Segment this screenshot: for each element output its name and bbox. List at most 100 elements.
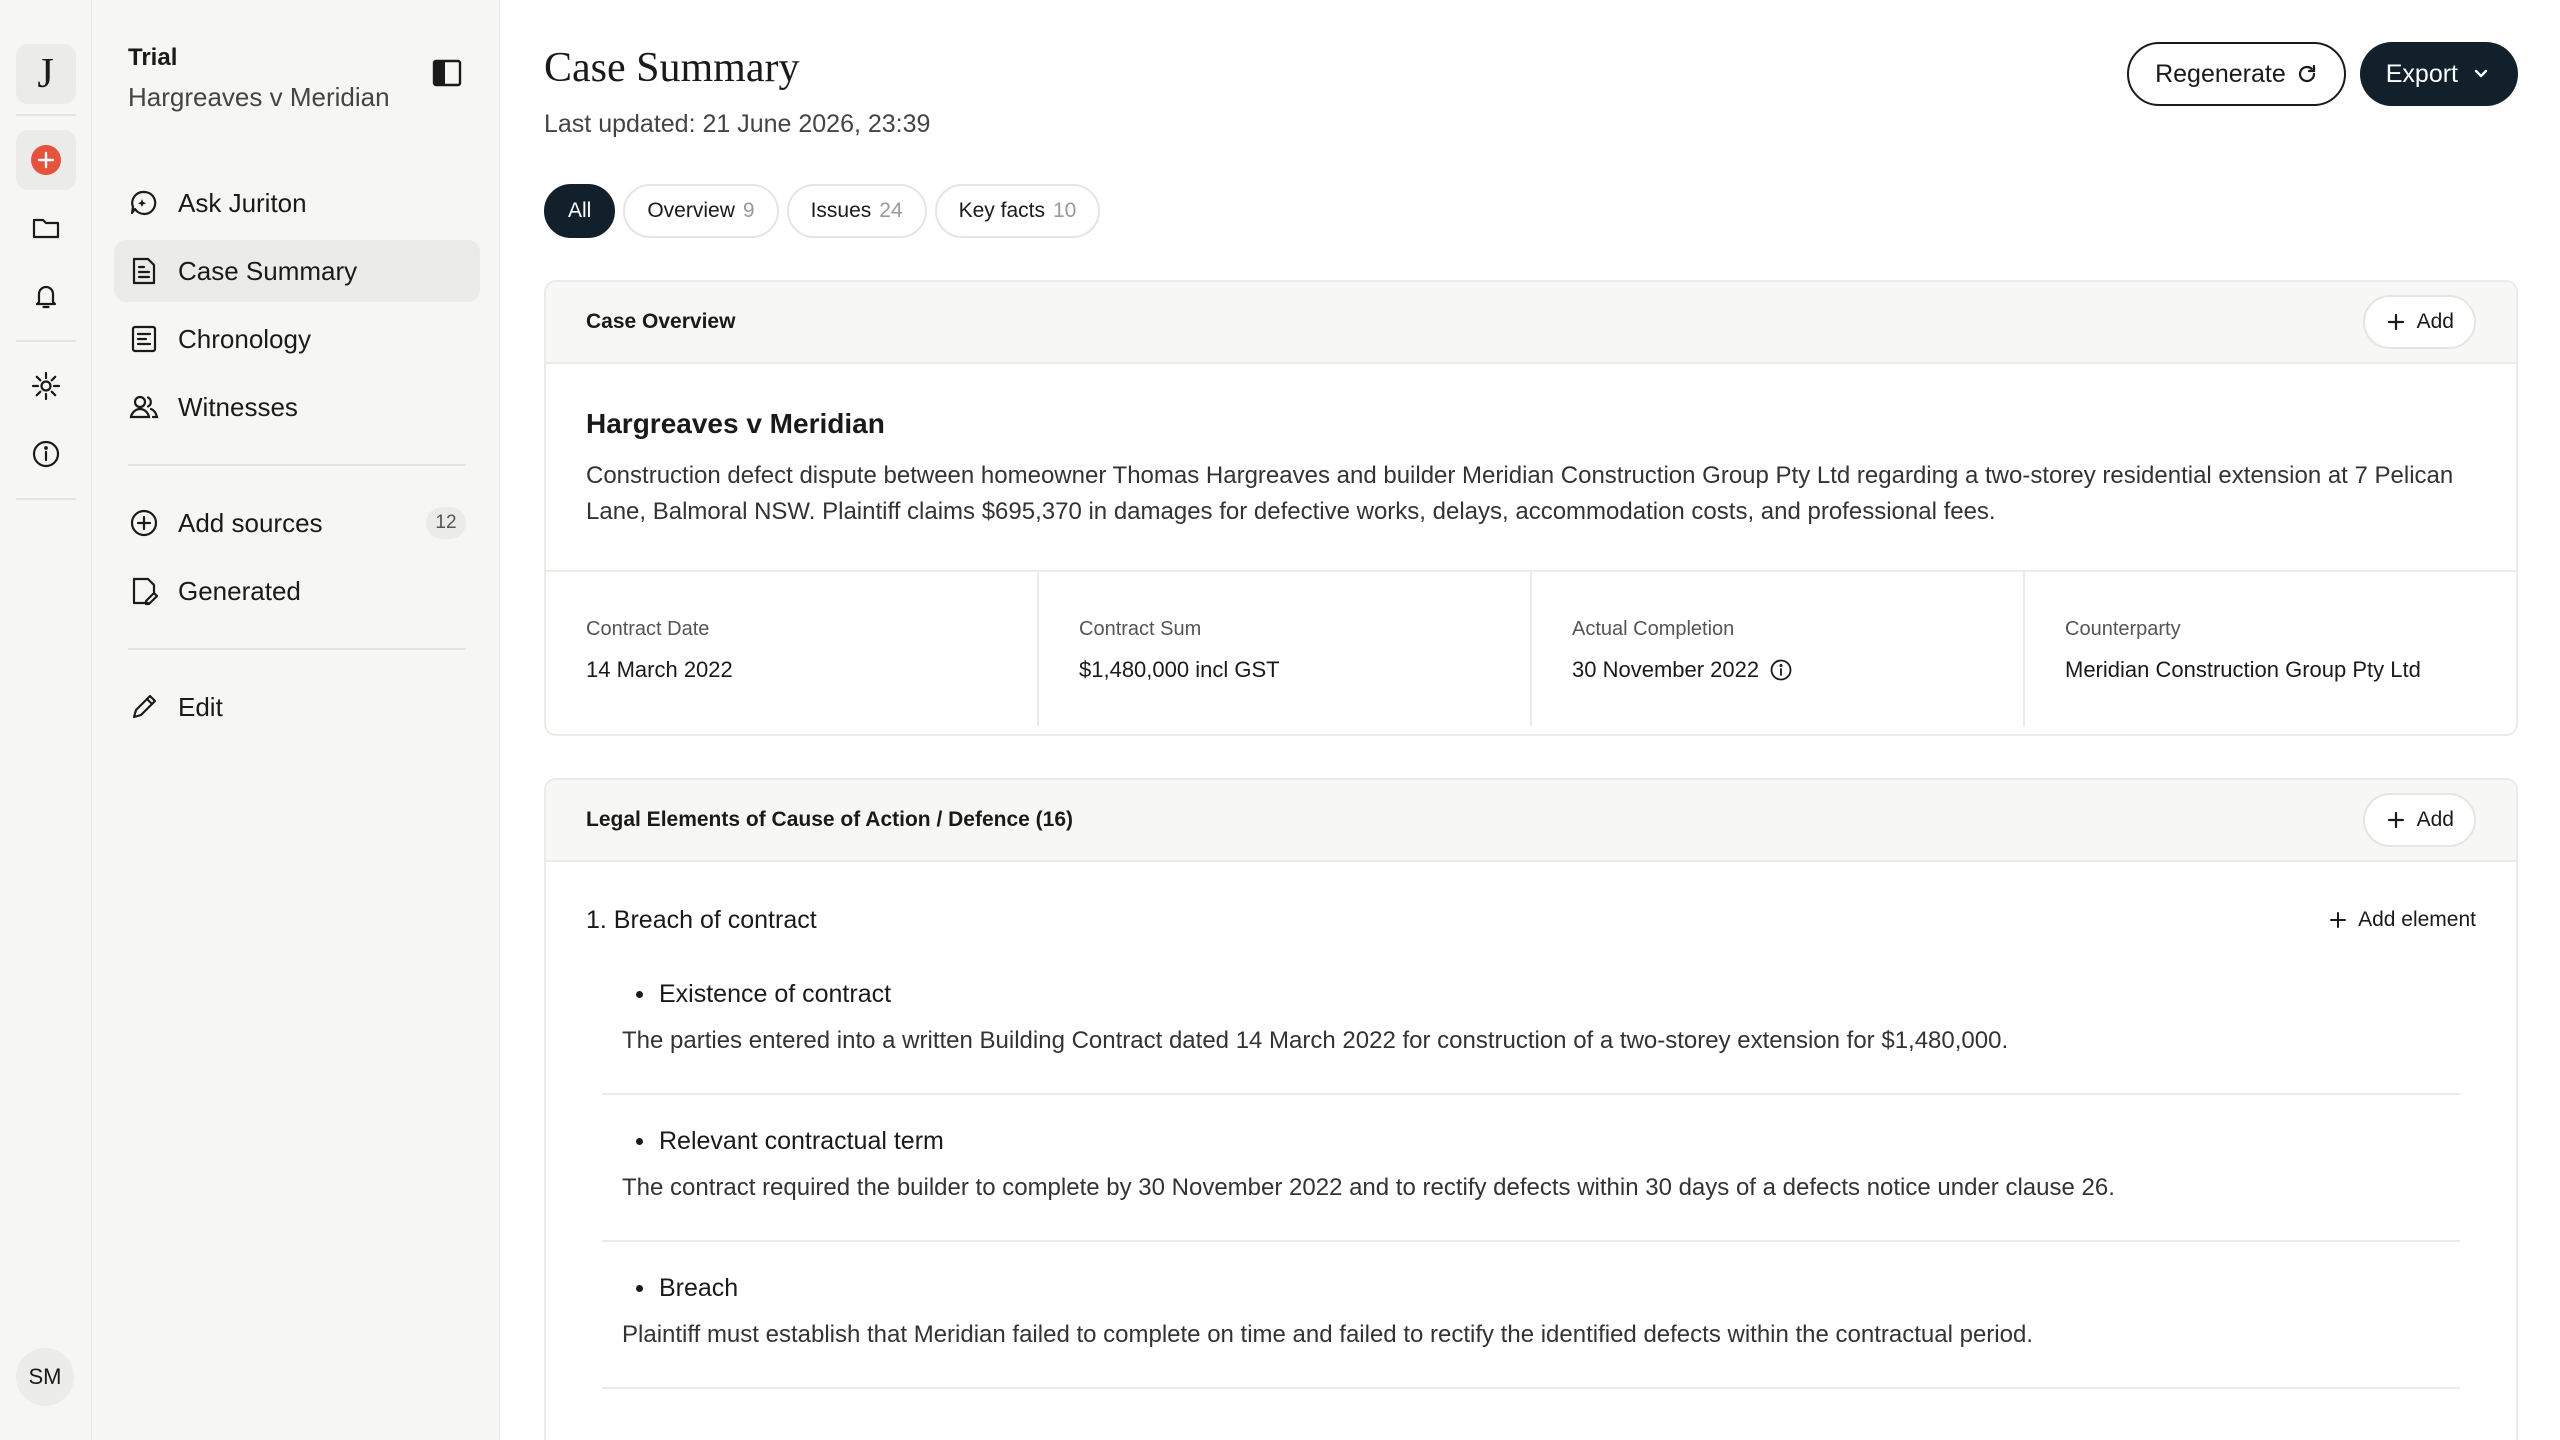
legal-element-item[interactable]: Existence of contract The parties entere… [602, 948, 2460, 1095]
regenerate-button[interactable]: Regenerate [2127, 42, 2346, 106]
element-title-text: Breach [659, 1274, 739, 1302]
element-title: Existence of contract [636, 980, 2440, 1009]
plus-circle-icon [130, 509, 158, 537]
filter-overview[interactable]: Overview 9 [623, 184, 779, 238]
plus-icon [2387, 313, 2404, 331]
filter-issues[interactable]: Issues 24 [786, 184, 927, 238]
card-title: Case Overview [586, 310, 736, 333]
filter-count: 10 [1053, 199, 1077, 222]
user-avatar[interactable]: SM [16, 1348, 74, 1406]
chat-sparkle-icon [130, 190, 157, 216]
fact-contract-sum: Contract Sum $1,480,000 incl GST [1039, 572, 1532, 726]
regenerate-label: Regenerate [2155, 59, 2286, 88]
cause-of-action-title: 1. Breach of contract [586, 905, 817, 934]
filter-label: Key facts [958, 199, 1045, 222]
sidebar-item-generated[interactable]: Generated [114, 560, 480, 622]
element-title: Relevant contractual term [636, 1127, 2440, 1156]
sidebar-item-label: Witnesses [178, 391, 298, 422]
add-element-label: Add element [2358, 908, 2476, 931]
overview-description: Construction defect dispute between home… [586, 462, 2454, 525]
fact-value: 30 November 2022 [1572, 657, 1983, 683]
bullet [636, 991, 643, 998]
key-facts-row: Contract Date 14 March 2022 Contract Sum… [546, 572, 2516, 726]
case-type: Trial [128, 44, 178, 71]
legal-element-item[interactable]: Relevant contractual term The contract r… [602, 1095, 2460, 1242]
fact-label: Contract Sum [1079, 618, 1202, 640]
info-button[interactable] [16, 424, 76, 484]
card-header: Case Overview Add [546, 282, 2516, 364]
fact-actual-completion: Actual Completion 30 November 2022 [1532, 572, 2025, 726]
case-header: Trial Hargreaves v Meridian [128, 44, 390, 113]
last-updated: Last updated: 21 June 2026, 23:39 [544, 110, 931, 138]
sidebar-item-case-summary[interactable]: Case Summary [114, 240, 480, 302]
export-button[interactable]: Export [2359, 42, 2518, 106]
bullet [636, 1285, 643, 1292]
main-content: Case Summary Last updated: 21 June 2026,… [500, 0, 2560, 1440]
generated-document-icon [132, 577, 159, 606]
fact-value: 14 March 2022 [586, 657, 997, 683]
app-logo[interactable]: J [15, 44, 76, 104]
element-title-text: Existence of contract [659, 980, 892, 1008]
chevron-down-icon [2474, 69, 2488, 78]
sidebar-divider [128, 648, 466, 650]
people-icon [129, 395, 159, 419]
filter-label: Overview [647, 199, 735, 222]
settings-button[interactable] [16, 356, 76, 416]
new-case-button[interactable] [15, 130, 76, 190]
new-case-icon [30, 145, 61, 175]
case-overview-card: Case Overview Add Hargreaves v Meridian … [544, 280, 2518, 736]
folder-button[interactable] [16, 198, 76, 258]
notifications-button[interactable] [16, 266, 76, 326]
rail-divider [15, 498, 76, 500]
filter-label: Issues [810, 199, 872, 222]
gear-icon [31, 371, 60, 401]
timeline-icon [131, 325, 157, 353]
plus-icon [2387, 811, 2404, 829]
sidebar-item-chronology[interactable]: Chronology [114, 308, 480, 370]
sidebar-item-label: Generated [178, 575, 301, 606]
filter-count: 9 [742, 199, 755, 222]
overview-body: Hargreaves v Meridian Construction defec… [546, 364, 2516, 572]
rail-divider [15, 340, 76, 342]
fact-value-text: $1,480,000 incl GST [1079, 657, 1280, 682]
plus-icon [2330, 912, 2347, 928]
legal-elements-card: Legal Elements of Cause of Action / Defe… [544, 778, 2518, 1440]
sidebar-item-add-sources[interactable]: Add sources 12 [114, 492, 480, 554]
element-description: The contract required the builder to com… [622, 1174, 2115, 1201]
sidebar-nav: Ask Juriton Case Summary Chronology Witn… [114, 172, 480, 744]
sources-count-badge: 12 [426, 507, 466, 539]
fact-counterparty: Counterparty Meridian Construction Group… [2025, 572, 2516, 726]
page-title: Case Summary [544, 45, 800, 91]
add-element-button[interactable]: Add element [2328, 908, 2476, 932]
sidebar-item-ask-juriton[interactable]: Ask Juriton [114, 172, 480, 234]
sidebar-item-label: Chronology [178, 323, 311, 354]
filter-label: All [568, 199, 592, 222]
info-icon [32, 440, 59, 468]
filter-all[interactable]: All [544, 184, 616, 238]
sidebar-item-label: Ask Juriton [178, 187, 307, 218]
fact-value: Meridian Construction Group Pty Ltd [2065, 657, 2476, 683]
element-description: The parties entered into a written Build… [622, 1027, 2009, 1054]
sidebar-item-witnesses[interactable]: Witnesses [114, 376, 480, 438]
sidebar-item-edit[interactable]: Edit [114, 676, 480, 738]
add-legal-element-button[interactable]: Add [2362, 793, 2476, 847]
fact-label: Actual Completion [1572, 618, 1735, 640]
fact-value: $1,480,000 incl GST [1079, 657, 1490, 683]
info-icon[interactable] [1769, 658, 1793, 682]
folder-icon [32, 218, 59, 239]
page-actions: Regenerate Export [2127, 42, 2518, 106]
cause-of-action-header: 1. Breach of contract Add element [546, 862, 2516, 948]
overview-case-name: Hargreaves v Meridian [586, 408, 885, 439]
filter-key-facts[interactable]: Key facts 10 [934, 184, 1101, 238]
rail-divider [15, 114, 76, 116]
legal-element-item[interactable]: Breach Plaintiff must establish that Mer… [602, 1242, 2460, 1389]
filter-count: 24 [879, 199, 903, 222]
add-overview-button[interactable]: Add [2362, 295, 2476, 349]
fact-value-text: 14 March 2022 [586, 657, 733, 682]
case-sidebar: Trial Hargreaves v Meridian Ask Juriton … [92, 0, 500, 1440]
element-description: Plaintiff must establish that Meridian f… [622, 1321, 2033, 1348]
card-header: Legal Elements of Cause of Action / Defe… [546, 780, 2516, 862]
sidebar-toggle-icon[interactable] [432, 58, 462, 88]
fact-value-text: Meridian Construction Group Pty Ltd [2065, 657, 2421, 682]
fact-value-text: 30 November 2022 [1572, 657, 1760, 682]
